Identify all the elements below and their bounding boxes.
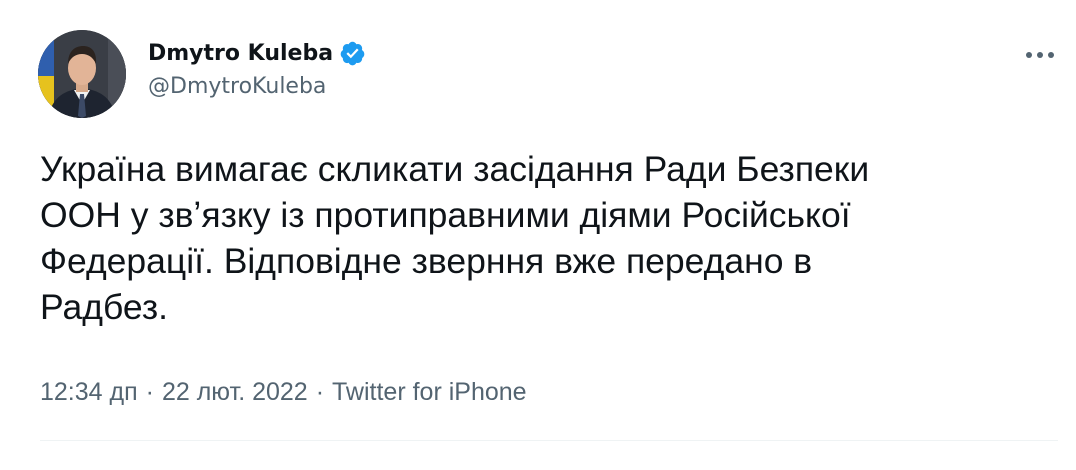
verified-badge-icon: [339, 40, 366, 67]
tweet-card: Dmytro Kuleba @DmytroKuleba Україна вима…: [0, 0, 1076, 470]
tweet-text: Україна вимагає скликати засідання Ради …: [40, 149, 870, 327]
meta-separator: ·: [315, 378, 325, 406]
tweet-time[interactable]: 12:34 дп: [40, 378, 138, 407]
author-display-name[interactable]: Dmytro Kuleba: [148, 41, 333, 66]
author-avatar[interactable]: [38, 30, 126, 118]
avatar-photo: [38, 30, 126, 118]
meta-separator: ·: [145, 378, 154, 406]
more-options-icon: [1026, 52, 1054, 58]
author-handle[interactable]: @DmytroKuleba: [148, 74, 326, 99]
divider: [40, 440, 1058, 441]
tweet-meta: 12:34 дп · 22 лют. 2022 · Twitter for iP…: [40, 378, 527, 407]
tweet-source[interactable]: Twitter for iPhone: [332, 378, 527, 407]
more-options-button[interactable]: [1020, 38, 1060, 72]
author-name-row: Dmytro Kuleba: [148, 38, 366, 68]
tweet-date[interactable]: 22 лют. 2022: [162, 378, 308, 407]
